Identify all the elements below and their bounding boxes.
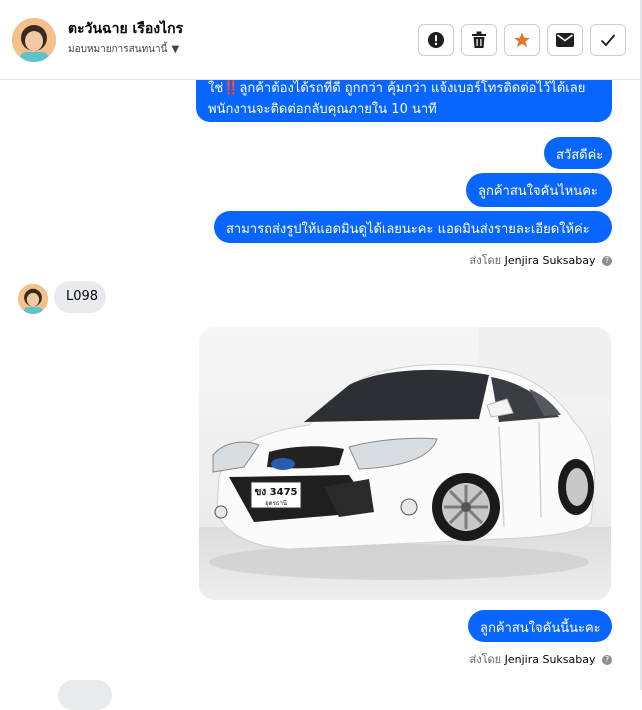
message-followup[interactable]: ลูกค้าสนใจคันนี้นะคะ <box>468 610 612 642</box>
assign-label: มอบหมายการสนทนานี้ <box>68 44 168 55</box>
message-text: ลูกค้าสนใจคันนี้นะคะ <box>480 621 601 636</box>
sent-by-label: ส่งโดย Jenjira Suksabay ? <box>470 251 612 269</box>
mark-unread-button[interactable] <box>547 24 583 56</box>
info-icon[interactable]: ? <box>602 256 612 266</box>
license-plate-province: อุดรธานี <box>265 499 287 507</box>
customer-avatar[interactable] <box>18 284 48 314</box>
checkmark-icon <box>600 34 616 47</box>
sent-by-label-2: ส่งโดย Jenjira Suksabay ? <box>470 650 612 668</box>
trash-icon <box>472 31 486 48</box>
contact-avatar[interactable] <box>12 18 56 62</box>
alert-icon <box>428 32 444 48</box>
auto-reply-line2: พนักงานจะติดต่อกลับคุณภายใน 10 นาที <box>208 102 437 117</box>
message-greeting[interactable]: สวัสดีค่ะ <box>544 137 612 169</box>
message-question[interactable]: ลูกค้าสนใจคันไหนคะ <box>466 173 612 207</box>
car-photo-attachment[interactable]: ขง 3475 อุดรธานี <box>199 327 611 600</box>
mark-done-button[interactable] <box>590 24 626 56</box>
message-text: สวัสดีค่ะ <box>556 148 604 163</box>
license-plate-number: ขง 3475 <box>254 487 297 498</box>
contact-name[interactable]: ตะวันฉาย เรืองไกร <box>68 18 183 40</box>
report-spam-button[interactable] <box>418 24 454 56</box>
auto-reply-line1: ใช่‼️ลูกค้าต้องได้รถที่ดี ถูกกว่า คุ้มกว… <box>208 81 586 96</box>
message-text: ลูกค้าสนใจคันไหนคะ <box>478 184 598 199</box>
delete-button[interactable] <box>461 24 497 56</box>
incoming-message-partial[interactable] <box>58 680 112 710</box>
sender-name[interactable]: Jenjira Suksabay <box>505 254 596 267</box>
star-icon <box>514 32 530 48</box>
sent-by-prefix: ส่งโดย <box>469 653 502 666</box>
message-text: L098 <box>66 289 99 304</box>
caret-down-icon: ▼ <box>171 44 180 55</box>
star-button[interactable] <box>504 24 540 56</box>
conversation-header: ตะวันฉาย เรืองไกร มอบหมายการสนทนานี้ ▼ <box>0 0 640 80</box>
incoming-message[interactable]: L098 <box>54 281 106 313</box>
message-request-photo[interactable]: สามารถส่งรูปให้แอดมินดูได้เลยนะคะ แอดมิน… <box>214 211 612 243</box>
assign-conversation-dropdown[interactable]: มอบหมายการสนทนานี้ ▼ <box>68 42 179 57</box>
sender-name[interactable]: Jenjira Suksabay <box>505 653 596 666</box>
info-icon[interactable]: ? <box>602 655 612 665</box>
message-text: สามารถส่งรูปให้แอดมินดูได้เลยนะคะ แอดมิน… <box>226 222 590 237</box>
car-image: ขง 3475 อุดรธานี <box>199 327 611 600</box>
sent-by-prefix: ส่งโดย <box>469 254 502 267</box>
envelope-icon <box>556 33 574 47</box>
